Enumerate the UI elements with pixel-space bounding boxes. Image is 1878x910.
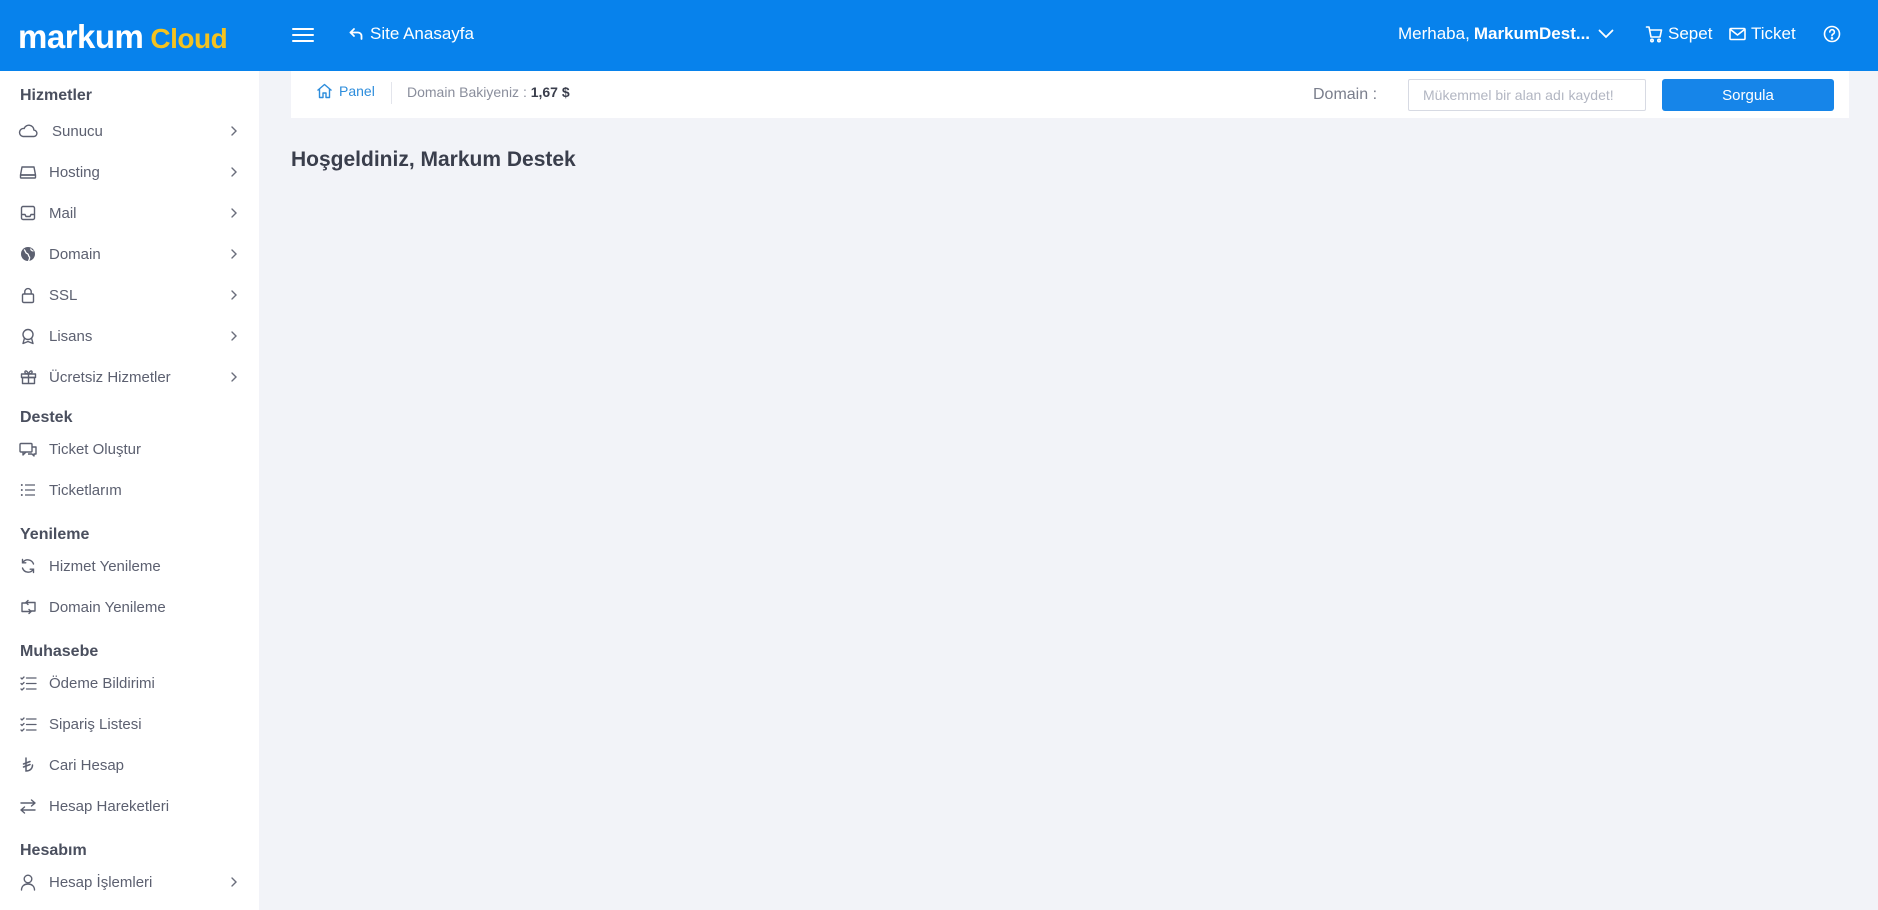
chevron-right-icon (231, 126, 237, 136)
checklist-icon (18, 714, 38, 734)
lock-icon (18, 285, 38, 305)
sidebar-item-label: Hosting (49, 163, 100, 181)
swap-icon (18, 796, 38, 816)
globe-icon (18, 244, 38, 264)
help-circle-icon[interactable] (1822, 24, 1842, 44)
ticket-link[interactable]: Ticket (1729, 24, 1796, 44)
sidebar-item-ssl[interactable]: SSL (0, 280, 259, 310)
award-icon (18, 326, 38, 346)
sidebar-item-domain-yenileme[interactable]: Domain Yenileme (0, 592, 259, 622)
domain-balance: Domain Bakiyeniz : 1,67 $ (407, 84, 570, 100)
sidebar-section-hizmetler: Hizmetler (20, 87, 93, 104)
sidebar-item-hizmet-yenileme[interactable]: Hizmet Yenileme (0, 551, 259, 581)
sidebar-item-label: Sipariş Listesi (49, 715, 142, 733)
sidebar-item-label: Ödeme Bildirimi (49, 674, 155, 692)
user-icon (18, 872, 38, 892)
checklist-icon (18, 673, 38, 693)
sidebar-item-label: Ticket Oluştur (49, 440, 141, 458)
cart-icon (1645, 26, 1663, 43)
inbox-icon (18, 203, 38, 223)
repeat-icon (18, 597, 38, 617)
sidebar-item-hesap-hareketleri[interactable]: Hesap Hareketleri (0, 791, 259, 821)
logo-text-markum: markum (18, 18, 144, 55)
greeting-user: MarkumDest... (1473, 24, 1591, 43)
domain-search-input[interactable] (1408, 79, 1646, 111)
balance-value: 1,67 $ (530, 84, 570, 100)
home-icon (317, 83, 332, 99)
sidebar-item-label: Hesap Hareketleri (49, 797, 170, 815)
sidebar-item-label: Hesap İşlemleri (49, 873, 153, 891)
sidebar-item-hosting[interactable]: Hosting (0, 157, 259, 187)
domain-query-button[interactable]: Sorgula (1662, 79, 1834, 111)
chevron-right-icon (231, 208, 237, 218)
gift-icon (18, 367, 38, 387)
hamburger-icon[interactable] (292, 24, 314, 46)
sidebar-item-ucretsiz-hizmetler[interactable]: Ücretsiz Hizmetler (0, 362, 259, 392)
chevron-down-icon (1598, 29, 1614, 39)
breadcrumb-label: Panel (339, 83, 375, 99)
sidebar-item-cari-hesap[interactable]: Cari Hesap (0, 750, 259, 780)
chevron-right-icon (231, 290, 237, 300)
chat-icon (18, 439, 38, 459)
server-icon (18, 162, 38, 182)
breadcrumb-panel[interactable]: Panel (316, 83, 375, 99)
chevron-right-icon (231, 372, 237, 382)
sidebar-item-label: Domain Yenileme (49, 598, 166, 616)
chevron-right-icon (231, 249, 237, 259)
sidebar-item-domain[interactable]: Domain (0, 239, 259, 269)
refresh-icon (18, 556, 38, 576)
sidebar-item-sunucu[interactable]: Sunucu (0, 116, 259, 146)
list-icon (18, 480, 38, 500)
lira-icon (18, 755, 38, 775)
sidebar-item-hesap-islemleri[interactable]: Hesap İşlemleri (0, 867, 259, 897)
sidebar-item-label: Lisans (49, 327, 93, 345)
site-home-link[interactable]: Site Anasayfa (348, 24, 474, 44)
sidebar-item-label: Mail (49, 204, 77, 222)
sidebar-item-label: Ücretsiz Hizmetler (49, 368, 171, 386)
return-arrow-icon (349, 28, 363, 40)
sidebar-section-destek: Destek (20, 409, 73, 426)
top-bar: markum Cloud Site Anasayfa Merhaba, Mark… (0, 0, 1878, 71)
user-menu[interactable]: Merhaba, MarkumDest... (1398, 24, 1614, 44)
cart-link[interactable]: Sepet (1645, 24, 1712, 44)
site-home-label: Site Anasayfa (370, 24, 474, 43)
balance-label: Domain Bakiyeniz : (407, 84, 527, 100)
sidebar-item-label: Domain (49, 245, 101, 263)
logo-text-cloud: Cloud (150, 23, 228, 54)
sidebar-item-label: Cari Hesap (49, 756, 125, 774)
sidebar-item-lisans[interactable]: Lisans (0, 321, 259, 351)
sidebar-item-odeme-bildirimi[interactable]: Ödeme Bildirimi (0, 668, 259, 698)
cloud-icon (18, 121, 38, 141)
sidebar-item-mail[interactable]: Mail (0, 198, 259, 228)
chevron-right-icon (231, 877, 237, 887)
sidebar-item-label: SSL (49, 286, 78, 304)
domain-label: Domain : (1313, 86, 1378, 103)
ticket-label: Ticket (1751, 24, 1796, 43)
page-title: Hoşgeldiniz, Markum Destek (291, 148, 576, 171)
greeting-prefix: Merhaba, (1398, 24, 1470, 43)
cart-label: Sepet (1668, 24, 1713, 43)
sidebar-item-label: Ticketlarım (49, 481, 122, 499)
sidebar-item-ticket-olustur[interactable]: Ticket Oluştur (0, 434, 259, 464)
sidebar-item-label: Hizmet Yenileme (49, 557, 161, 575)
toolbar-divider (391, 82, 392, 104)
sidebar-item-label: Sunucu (52, 122, 103, 140)
sidebar-section-muhasebe: Muhasebe (20, 643, 99, 660)
sidebar-item-siparis-listesi[interactable]: Sipariş Listesi (0, 709, 259, 739)
sidebar-section-yenileme: Yenileme (20, 526, 90, 543)
chevron-right-icon (231, 331, 237, 341)
chevron-right-icon (231, 167, 237, 177)
brand-logo[interactable]: markum Cloud (18, 18, 228, 55)
sidebar-item-ticketlarim[interactable]: Ticketlarım (0, 475, 259, 505)
mail-icon (1729, 27, 1746, 41)
sidebar-section-hesabim: Hesabım (20, 842, 87, 859)
